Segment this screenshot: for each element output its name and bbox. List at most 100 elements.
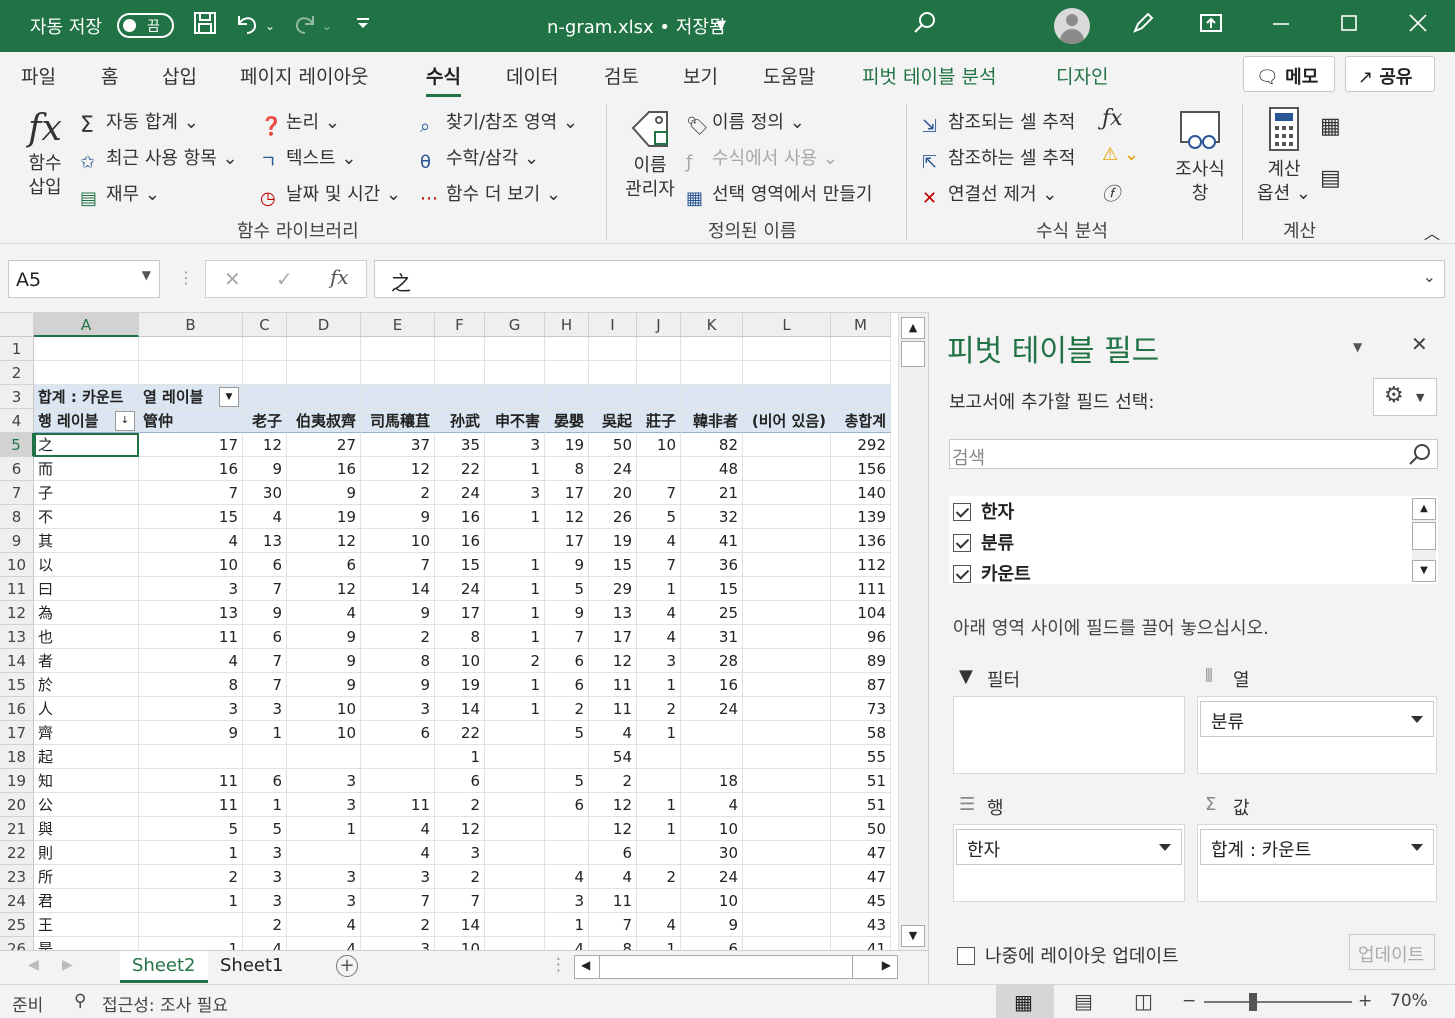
cell[interactable]: 3 (243, 865, 287, 889)
scroll-down-icon[interactable]: ▼ (1412, 560, 1436, 582)
tab-formulas[interactable]: 수식 (426, 62, 461, 97)
cell[interactable]: 公 (34, 793, 139, 817)
cell[interactable]: 3 (287, 889, 361, 913)
cell[interactable]: 24 (435, 481, 485, 505)
cell[interactable] (589, 385, 637, 409)
cell[interactable]: 12 (589, 649, 637, 673)
cell[interactable]: 9 (681, 913, 743, 937)
save-icon[interactable] (190, 10, 220, 40)
cell[interactable] (681, 337, 743, 361)
row-header[interactable]: 4 (0, 409, 34, 433)
cell[interactable]: 4 (139, 529, 243, 553)
cell[interactable]: 58 (831, 721, 891, 745)
cell[interactable]: 7 (361, 553, 435, 577)
filename-dropdown-icon[interactable]: ▼ (716, 18, 726, 33)
cell[interactable]: 12 (545, 505, 589, 529)
cell[interactable]: 3 (287, 793, 361, 817)
cell[interactable] (361, 745, 435, 769)
cell[interactable]: 16 (287, 457, 361, 481)
cell[interactable]: 30 (243, 481, 287, 505)
columns-field-pill[interactable]: 분류 (1200, 701, 1434, 737)
cell[interactable]: 32 (681, 505, 743, 529)
cell[interactable]: 所 (34, 865, 139, 889)
cell[interactable]: 2 (435, 865, 485, 889)
cell[interactable]: 47 (831, 865, 891, 889)
cell[interactable]: 1 (139, 889, 243, 913)
cell[interactable]: 19 (435, 673, 485, 697)
watch-window-button[interactable]: 조사식 창 (1170, 106, 1230, 206)
cell[interactable] (681, 721, 743, 745)
cell[interactable]: 其 (34, 529, 139, 553)
cell[interactable] (485, 385, 545, 409)
cell[interactable]: 96 (831, 625, 891, 649)
rows-zone[interactable]: 한자 (953, 824, 1185, 902)
cell[interactable] (287, 337, 361, 361)
cell[interactable] (743, 769, 831, 793)
cell[interactable]: 19 (589, 529, 637, 553)
cell[interactable]: 4 (361, 841, 435, 865)
cell[interactable] (485, 529, 545, 553)
cell[interactable]: 82 (681, 433, 743, 457)
row-header[interactable]: 6 (0, 457, 34, 481)
cell[interactable]: 6 (287, 553, 361, 577)
cell[interactable]: 管仲 (139, 409, 243, 433)
field-item[interactable]: 카운트 (953, 560, 1031, 586)
cell[interactable]: 29 (589, 577, 637, 601)
cell[interactable]: 9 (545, 553, 589, 577)
cell[interactable]: 1 (139, 841, 243, 865)
cell[interactable]: 41 (681, 529, 743, 553)
cell[interactable]: 11 (139, 769, 243, 793)
cell[interactable] (637, 745, 681, 769)
cell[interactable]: 136 (831, 529, 891, 553)
cell[interactable]: 5 (139, 817, 243, 841)
financial-button[interactable]: ▤ 재무 ⌄ (80, 180, 160, 210)
cell[interactable]: 111 (831, 577, 891, 601)
select-all-corner[interactable] (0, 313, 34, 337)
cell[interactable]: 16 (435, 529, 485, 553)
cell[interactable]: 35 (435, 433, 485, 457)
cell[interactable]: 9 (361, 673, 435, 697)
chevron-down-icon[interactable] (1411, 844, 1423, 851)
accessibility-status[interactable]: 접근성: 조사 필요 (102, 991, 228, 1016)
avatar[interactable] (1054, 8, 1090, 44)
cell[interactable]: 4 (139, 649, 243, 673)
ribbon-display-icon[interactable] (1196, 10, 1226, 40)
cell[interactable] (743, 433, 831, 457)
cell[interactable]: 10 (361, 529, 435, 553)
trace-precedents-button[interactable]: ⇲ 참조되는 셀 추적 (922, 108, 1075, 138)
cell[interactable]: 3 (485, 481, 545, 505)
cell[interactable] (243, 361, 287, 385)
minimize-icon[interactable] (1266, 10, 1296, 40)
formula-input[interactable]: 之 ⌄ (374, 260, 1445, 298)
cell[interactable]: 15 (589, 553, 637, 577)
cell[interactable]: 知 (34, 769, 139, 793)
define-name-button[interactable]: 🏷 이름 정의 ⌄ (686, 108, 805, 138)
cell[interactable]: 51 (831, 769, 891, 793)
cell[interactable]: 11 (589, 697, 637, 721)
cell[interactable] (637, 361, 681, 385)
row-header[interactable]: 25 (0, 913, 34, 937)
cell[interactable]: 則 (34, 841, 139, 865)
cell[interactable] (361, 361, 435, 385)
tab-view[interactable]: 보기 (683, 62, 718, 89)
cell[interactable]: 55 (831, 745, 891, 769)
zoom-level[interactable]: 70% (1390, 991, 1428, 1011)
cell[interactable]: 1 (243, 793, 287, 817)
cell[interactable] (139, 913, 243, 937)
column-header[interactable]: J (637, 313, 681, 337)
cell[interactable]: 2 (139, 865, 243, 889)
row-header[interactable]: 12 (0, 601, 34, 625)
cell[interactable]: 4 (637, 529, 681, 553)
cell[interactable]: 3 (243, 697, 287, 721)
autosave-toggle[interactable]: 끔 (117, 13, 174, 38)
cell[interactable] (485, 745, 545, 769)
cell[interactable]: 於 (34, 673, 139, 697)
cell[interactable]: 君 (34, 889, 139, 913)
cell[interactable] (637, 457, 681, 481)
cell[interactable]: 89 (831, 649, 891, 673)
cell[interactable] (743, 889, 831, 913)
cell[interactable]: 6 (589, 841, 637, 865)
rows-field-pill[interactable]: 한자 (956, 829, 1182, 865)
column-header[interactable]: M (831, 313, 891, 337)
cell[interactable] (743, 529, 831, 553)
